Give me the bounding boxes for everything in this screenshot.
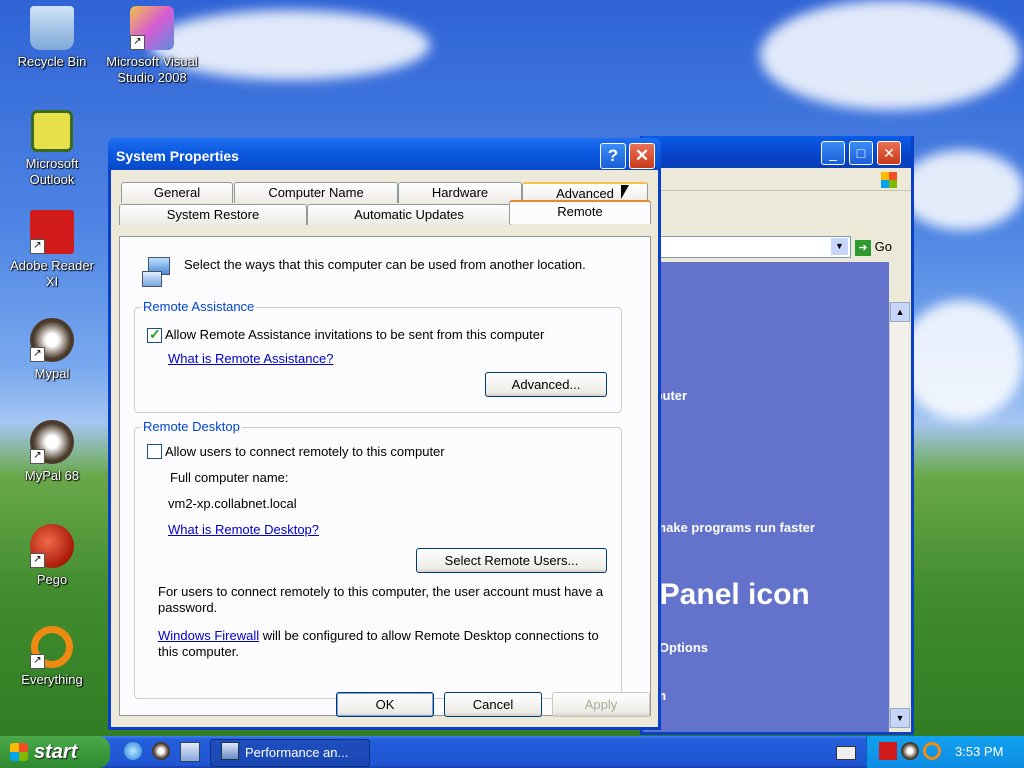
remote-assistance-label: Remote Assistance [141,299,257,314]
taskbar: start Performance an... 3:53 PM [0,736,1024,768]
remote-desktop-checkbox[interactable] [147,444,162,459]
quick-launch-icon[interactable] [152,742,170,760]
desktop-icon-label: Pego [36,572,68,587]
remote-desktop-checkbox-label[interactable]: Allow users to connect remotely to this … [165,444,445,459]
desktop-icon-recycle-bin[interactable]: Recycle Bin [4,6,100,70]
performance-icon [221,742,239,760]
remote-desktop-group: Remote Desktop Allow users to connect re… [134,419,622,699]
maximize-button[interactable]: □ [849,141,873,165]
start-label: start [34,741,78,763]
password-note: For users to connect remotely to this co… [158,584,604,615]
recycle-bin-icon [30,6,74,50]
shortcut-arrow-icon: ↗ [30,553,45,568]
tab-computer-name[interactable]: Computer Name [234,182,398,203]
shortcut-arrow-icon: ↗ [30,449,45,464]
panel-heading: l Panel icon [643,578,810,611]
shortcut-arrow-icon: ↗ [30,239,45,254]
chevron-down-icon[interactable]: ▼ [831,238,848,255]
raccoon-tray-icon[interactable] [901,742,919,760]
keyboard-icon[interactable] [836,746,856,760]
remote-assistance-group: Remote Assistance Allow Remote Assistanc… [134,299,622,413]
visual-studio-icon: ↗ [130,6,174,50]
taskbar-item-label: Performance an... [245,745,349,760]
select-remote-users-button[interactable]: Select Remote Users... [416,548,607,573]
scroll-up-button[interactable]: ▲ [890,302,910,322]
adobe-reader-icon: ↗ [30,210,74,254]
outlook-icon [31,110,73,152]
menubar [643,168,911,191]
help-button[interactable]: ? [600,143,626,169]
desktop-icon-label: Adobe Reader XI [10,258,94,289]
adobe-tray-icon[interactable] [879,742,897,760]
desktop-icon-mypal68[interactable]: ↗ MyPal 68 [4,420,100,484]
desktop-icon-mypal[interactable]: ↗ Mypal [4,318,100,382]
desktop-icon-label: Microsoft Visual Studio 2008 [106,54,198,85]
desktop-icon-label: Everything [21,672,83,687]
what-is-remote-desktop-link[interactable]: What is Remote Desktop? [168,522,319,537]
desktop-icon-label: Mypal [34,366,70,381]
shortcut-arrow-icon: ↗ [130,35,145,50]
ok-button[interactable]: OK [336,692,434,717]
what-is-remote-assistance-link[interactable]: What is Remote Assistance? [168,351,333,366]
shortcut-arrow-icon: ↗ [30,654,45,669]
mouse-cursor-icon [621,185,629,199]
remote-desktop-label: Remote Desktop [141,419,242,434]
full-computer-name-label: Full computer name: [170,470,289,485]
tab-hardware[interactable]: Hardware [398,182,522,203]
minimize-button[interactable]: _ [821,141,845,165]
dialog-title[interactable]: System Properties [108,138,661,170]
clock[interactable]: 3:53 PM [955,744,1003,759]
taskbar-item-performance[interactable]: Performance an... [210,739,370,767]
tab-system-restore[interactable]: System Restore [119,204,307,225]
full-computer-name-value: vm2-xp.collabnet.local [168,496,297,511]
intro-text: Select the ways that this computer can b… [184,257,586,272]
start-button[interactable]: start [0,736,110,768]
everything-icon: ↗ [30,626,73,669]
remote-assistance-checkbox[interactable] [147,326,162,343]
background-window[interactable]: _ □ ✕ ▼ ➜ Go mputer o make programs run … [640,136,914,735]
windows-logo-icon [10,743,28,761]
close-button[interactable]: ✕ [877,141,901,165]
task-text[interactable]: o make programs run faster [643,520,815,535]
task-pane: mputer o make programs run faster l Pane… [643,262,889,732]
system-properties-dialog[interactable]: System Properties ? ✕ General Computer N… [108,138,661,730]
desktop-icon-label: MyPal 68 [24,468,80,483]
tab-general[interactable]: General [121,182,233,203]
internet-explorer-icon[interactable] [124,742,142,760]
remote-computer-icon [142,257,172,287]
scroll-down-button[interactable]: ▼ [890,708,910,728]
advanced-button[interactable]: Advanced... [485,372,607,397]
go-label: Go [874,239,892,254]
desktop-icon-pego[interactable]: ↗ Pego [4,524,100,588]
apply-button[interactable]: Apply [552,692,650,717]
tab-automatic-updates[interactable]: Automatic Updates [307,204,511,225]
dialog-body: General Computer Name Hardware Advanced … [111,170,658,727]
go-arrow-icon: ➜ [855,240,871,256]
raccoon-icon: ↗ [30,420,74,464]
remote-tab-page: Select the ways that this computer can b… [119,236,651,716]
desktop-icon-outlook[interactable]: Microsoft Outlook [4,110,100,188]
tab-remote[interactable]: Remote [509,200,651,224]
search-tray-icon[interactable] [923,742,941,760]
desktop-icon-label: Microsoft Outlook [25,156,79,187]
shortcut-arrow-icon: ↗ [30,347,45,362]
address-combo[interactable] [643,236,851,258]
cancel-button[interactable]: Cancel [444,692,542,717]
windows-logo-icon [881,172,897,188]
system-tray: 3:53 PM [866,736,1024,768]
close-button[interactable]: ✕ [629,143,655,169]
remote-assistance-checkbox-label[interactable]: Allow Remote Assistance invitations to b… [165,327,544,342]
desktop-icon-visual-studio[interactable]: ↗ Microsoft Visual Studio 2008 [104,6,200,86]
pego-icon: ↗ [30,524,74,568]
desktop-icon-label: Recycle Bin [17,54,87,69]
raccoon-icon: ↗ [30,318,74,362]
desktop-icon-adobe-reader[interactable]: ↗ Adobe Reader XI [4,210,100,290]
vertical-scrollbar[interactable]: ▲ ▼ [889,302,910,728]
go-button[interactable]: ➜ Go [855,236,905,258]
desktop-icon-everything[interactable]: ↗ Everything [4,626,100,688]
windows-firewall-link[interactable]: Windows Firewall [158,628,259,643]
show-desktop-icon[interactable] [180,742,200,762]
firewall-note: Windows Firewall will be configured to a… [158,628,610,660]
